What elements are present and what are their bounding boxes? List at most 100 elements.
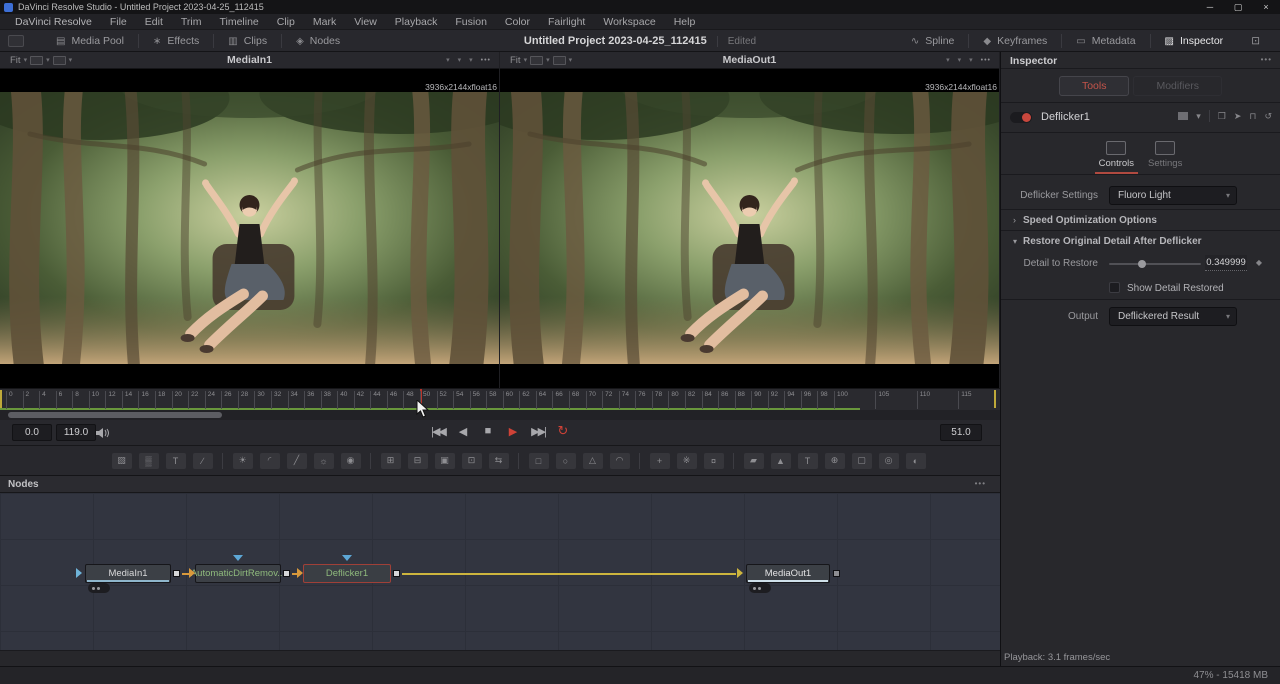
blur-tool-icon[interactable]: ☀ [233, 453, 253, 469]
polygon-mask-tool-icon[interactable]: △ [583, 453, 603, 469]
current-frame-field[interactable]: 51.0 [940, 424, 982, 441]
go-to-start-button[interactable]: |◀◀ [430, 425, 446, 438]
node-enable-toggle[interactable] [1010, 112, 1032, 123]
timeline-scroll-thumb[interactable] [8, 412, 222, 418]
menu-view[interactable]: View [345, 16, 386, 28]
bspline-mask-tool-icon[interactable]: ◠ [610, 453, 630, 469]
node-MediaIn1[interactable]: MediaIn1 [85, 564, 171, 583]
cube-3d-tool-icon[interactable]: ▢ [852, 453, 872, 469]
nodes-button[interactable]: ◈Nodes [282, 30, 354, 52]
close-button[interactable]: × [1252, 0, 1280, 14]
mediain-output[interactable] [173, 570, 180, 577]
color-curves-tool-icon[interactable]: ◜ [260, 453, 280, 469]
subtab-settings[interactable]: Settings [1148, 141, 1182, 174]
fast-noise-tool-icon[interactable]: ▒ [139, 453, 159, 469]
menu-mark[interactable]: Mark [304, 16, 345, 28]
merge-3d-tool-icon[interactable]: ⊕ [825, 453, 845, 469]
node-color-chevron-icon[interactable]: ▾ [1196, 111, 1201, 122]
media-pool-button[interactable]: ▤Media Pool [42, 30, 138, 52]
viewer-canvas[interactable]: 3936x2144xfloat16 [0, 69, 499, 388]
tab-tools[interactable]: Tools [1059, 76, 1130, 96]
color-corrector-tool-icon[interactable]: ◉ [341, 453, 361, 469]
deflicker-input-arrow[interactable] [297, 568, 303, 578]
ab-buffer-icon[interactable] [530, 56, 543, 65]
resize-tool-icon[interactable]: ⊡ [462, 453, 482, 469]
menu-workspace[interactable]: Workspace [594, 16, 664, 28]
camera-3d-tool-icon[interactable]: ◎ [879, 453, 899, 469]
ellipse-mask-tool-icon[interactable]: ○ [556, 453, 576, 469]
node-graph[interactable]: MediaIn1 AutomaticDirtRemov... Deflicker1 M… [0, 493, 1000, 650]
text-3d-tool-icon[interactable]: T [798, 453, 818, 469]
subtab-controls[interactable]: Controls [1099, 141, 1134, 174]
image-plane-3d-tool-icon[interactable]: ▰ [744, 453, 764, 469]
range-start-field[interactable]: 0.0 [12, 424, 52, 441]
brightness-contrast-tool-icon[interactable]: ☼ [314, 453, 334, 469]
menu-fusion[interactable]: Fusion [446, 16, 496, 28]
menu-clip[interactable]: Clip [268, 16, 304, 28]
effects-button[interactable]: ∗Effects [139, 30, 213, 52]
menu-file[interactable]: File [101, 16, 136, 28]
deflicker-settings-dropdown[interactable]: Fluoro Light ▾ [1109, 186, 1237, 205]
viewer-options-icon[interactable]: ••• [981, 57, 991, 64]
clips-button[interactable]: ▥Clips [214, 30, 281, 52]
tracker-tool-icon[interactable]: + [650, 453, 670, 469]
renderer-3d-tool-icon[interactable]: ◐ [906, 453, 926, 469]
pin-icon[interactable]: ➤ [1234, 111, 1242, 122]
rectangle-mask-tool-icon[interactable]: □ [529, 453, 549, 469]
viewer-options-icon[interactable]: ••• [481, 57, 491, 64]
hue-curves-tool-icon[interactable]: ╱ [287, 453, 307, 469]
detail-slider-handle[interactable] [1138, 260, 1146, 268]
paint-tool-icon[interactable]: ∕ [193, 453, 213, 469]
menu-edit[interactable]: Edit [136, 16, 172, 28]
node-mask-input[interactable] [233, 555, 243, 561]
reset-icon[interactable]: ↺ [1264, 111, 1272, 122]
loop-button[interactable]: ↻ [555, 423, 571, 439]
menu-davinci-resolve[interactable]: DaVinci Resolve [6, 16, 101, 28]
play-button[interactable]: ▶ [505, 425, 521, 438]
dirtremoval-output[interactable] [283, 570, 290, 577]
audio-mute-icon[interactable] [96, 426, 110, 444]
speed-optimization-section[interactable]: › Speed Optimization Options [1001, 209, 1280, 230]
stop-button[interactable]: ■ [480, 425, 496, 437]
menu-trim[interactable]: Trim [172, 16, 211, 28]
saver-tool-icon[interactable]: ⊟ [408, 453, 428, 469]
node-color-icon[interactable] [1178, 112, 1188, 120]
deflicker-output[interactable] [393, 570, 400, 577]
menu-timeline[interactable]: Timeline [210, 16, 267, 28]
nodes-hscrollbar[interactable] [0, 650, 1000, 666]
shape-3d-tool-icon[interactable]: ▲ [771, 453, 791, 469]
node-MediaOut1[interactable]: MediaOut1 [746, 564, 830, 583]
node-Deflicker1[interactable]: Deflicker1 [303, 564, 391, 583]
loader-tool-icon[interactable]: ⊞ [381, 453, 401, 469]
fit-dropdown[interactable]: Fit [10, 55, 21, 66]
menu-color[interactable]: Color [496, 16, 539, 28]
grid-warp-tool-icon[interactable]: ¤ [704, 453, 724, 469]
subview-icon[interactable] [553, 56, 566, 65]
ab-buffer-icon[interactable] [30, 56, 43, 65]
mediaout-output[interactable] [833, 570, 840, 577]
transform-tool-icon[interactable]: ⇆ [489, 453, 509, 469]
show-detail-checkbox[interactable] [1109, 282, 1120, 293]
dirtremoval-input-arrow[interactable] [189, 568, 195, 578]
viewer-canvas[interactable]: 3936x2144xfloat16 [500, 69, 999, 388]
output-dropdown[interactable]: Deflickered Result ▾ [1109, 307, 1237, 326]
inspector-button[interactable]: ▨Inspector [1151, 30, 1238, 52]
node-AutomaticDirtRemov[interactable]: AutomaticDirtRemov... [195, 564, 281, 583]
media-tool-icon[interactable]: ▣ [435, 453, 455, 469]
play-reverse-button[interactable]: ◀ [455, 425, 471, 438]
planar-tracker-tool-icon[interactable]: ※ [677, 453, 697, 469]
timeline-ruler[interactable]: 0246810121416182022242628303234363840424… [0, 388, 1000, 410]
spline-button[interactable]: ∿Spline [897, 30, 969, 52]
fit-dropdown[interactable]: Fit [510, 55, 521, 66]
lock-icon[interactable]: ⊓ [1249, 111, 1256, 122]
background-tool-icon[interactable]: ▧ [112, 453, 132, 469]
tab-modifiers[interactable]: Modifiers [1133, 76, 1222, 96]
nodes-options-icon[interactable]: ••• [975, 479, 986, 488]
versions-icon[interactable]: ❒ [1218, 111, 1226, 122]
node-mask-input[interactable] [342, 555, 352, 561]
menu-fairlight[interactable]: Fairlight [539, 16, 594, 28]
cleanfeed-monitor-icon[interactable]: ⊡ [1237, 30, 1274, 52]
subview-icon[interactable] [53, 56, 66, 65]
maximize-button[interactable]: ▢ [1224, 0, 1252, 14]
mediain-input-arrow[interactable] [76, 568, 82, 578]
